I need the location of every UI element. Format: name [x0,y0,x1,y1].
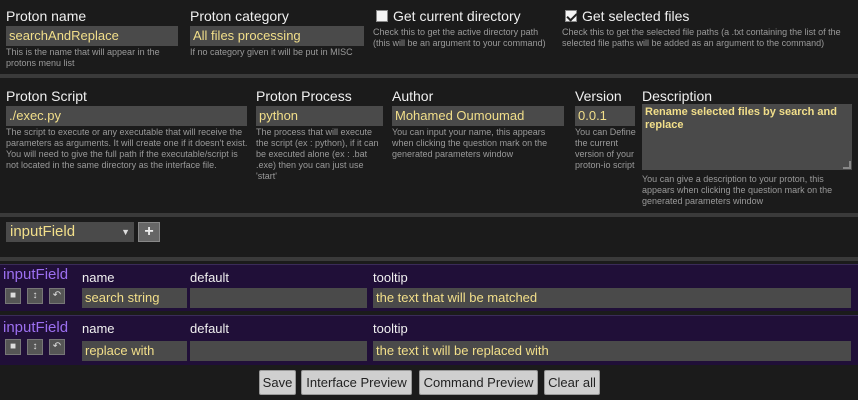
proton-script-help: The script to execute or any executable … [6,127,248,170]
param-type-label: inputField [3,319,69,336]
interface-preview-button[interactable]: Interface Preview [301,370,412,395]
description-label: Description [642,88,713,104]
version-label: Version [575,88,622,104]
proton-process-help: The process that will execute the script… [256,127,379,181]
param-tooltip-input[interactable]: the text that will be matched [373,288,851,308]
proton-name-input[interactable]: searchAndReplace [6,26,178,46]
proton-category-label: Proton category [190,8,289,24]
param-type-select[interactable]: inputField ▼ [6,222,134,242]
get-current-directory-label: Get current directory [393,8,521,24]
get-selected-files-checkbox[interactable] [565,10,577,22]
author-help: You can input your name, this appears wh… [392,127,548,159]
author-label: Author [392,88,434,104]
undo-icon[interactable]: ↶ [49,339,65,355]
undo-icon[interactable]: ↶ [49,288,65,304]
param-type-label: inputField [3,266,69,283]
param-name-input[interactable]: replace with [82,341,187,361]
proton-name-help: This is the name that will appear in the… [6,47,160,68]
name-label: name [82,270,115,285]
param-row: inputField ■ ↕ ↶ name default tooltip se… [0,264,858,311]
default-label: default [190,321,230,336]
move-icon[interactable]: ↕ [27,288,43,304]
param-name-input[interactable]: search string [82,288,187,308]
move-icon[interactable]: ↕ [27,339,43,355]
chevron-down-icon: ▼ [121,227,130,237]
param-type-select-value: inputField [10,223,76,240]
plus-icon: + [144,223,154,240]
trash-icon[interactable]: ■ [5,339,21,355]
proton-script-input[interactable]: ./exec.py [6,106,247,126]
get-selected-files[interactable]: Get selected files [565,8,689,24]
get-selected-files-help: Check this to get the selected file path… [562,27,841,48]
default-label: default [190,270,230,285]
get-current-directory-help: Check this to get the active directory p… [373,27,546,48]
tooltip-label: tooltip [373,321,408,336]
proton-name-label: Proton name [6,8,87,24]
proton-category-input[interactable]: All files processing [190,26,364,46]
param-tooltip-input[interactable]: the text it will be replaced with [373,341,851,361]
clear-all-button[interactable]: Clear all [544,370,600,395]
get-current-directory-checkbox[interactable] [376,10,388,22]
proton-process-label: Proton Process [256,88,352,104]
proton-script-label: Proton Script [6,88,87,104]
param-default-input[interactable] [190,341,367,361]
trash-icon[interactable]: ■ [5,288,21,304]
resize-handle-icon[interactable] [843,161,851,169]
proton-process-input[interactable]: python [256,106,383,126]
param-row: inputField ■ ↕ ↶ name default tooltip re… [0,315,858,365]
description-help: You can give a description to your proto… [642,174,833,206]
description-textarea[interactable]: Rename selected files by search and repl… [642,104,852,170]
separator [0,257,858,261]
separator [0,213,858,217]
version-input[interactable]: 0.0.1 [575,106,635,126]
get-selected-files-label: Get selected files [582,8,690,24]
version-help: You can Define the current version of yo… [575,127,636,170]
save-button[interactable]: Save [259,370,296,395]
get-current-directory[interactable]: Get current directory [376,8,521,24]
separator [0,74,858,78]
param-default-input[interactable] [190,288,367,308]
author-input[interactable]: Mohamed Oumoumad [392,106,564,126]
proton-category-help: If no category given it will be put in M… [190,47,353,57]
name-label: name [82,321,115,336]
add-param-button[interactable]: + [138,222,160,242]
tooltip-label: tooltip [373,270,408,285]
command-preview-button[interactable]: Command Preview [419,370,538,395]
